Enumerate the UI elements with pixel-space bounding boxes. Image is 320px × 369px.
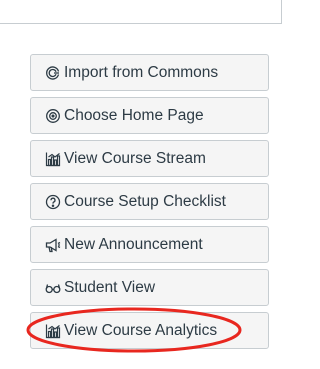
choose-home-page-label: Choose Home Page [64, 106, 204, 124]
view-course-analytics-button[interactable]: View Course Analytics [30, 312, 269, 349]
view-course-stream-button[interactable]: View Course Stream [30, 140, 269, 177]
new-announcement-label: New Announcement [64, 235, 203, 253]
analytics-icon [44, 322, 61, 339]
course-setup-checklist-button[interactable]: Course Setup Checklist [30, 183, 269, 220]
megaphone-icon [44, 236, 61, 253]
view-course-stream-label: View Course Stream [64, 149, 206, 167]
new-announcement-button[interactable]: New Announcement [30, 226, 269, 263]
question-icon [44, 193, 61, 210]
content-divider [0, 0, 282, 24]
import-from-commons-button[interactable]: Import from Commons [30, 54, 269, 91]
target-icon [44, 107, 61, 124]
student-view-button[interactable]: Student View [30, 269, 269, 306]
course-setup-checklist-label: Course Setup Checklist [64, 192, 226, 210]
course-home-sidebar: Import from Commons Choose Home Page Vie… [30, 54, 269, 355]
analytics-icon [44, 150, 61, 167]
choose-home-page-button[interactable]: Choose Home Page [30, 97, 269, 134]
student-view-label: Student View [64, 278, 156, 296]
commons-icon [44, 64, 61, 81]
glasses-icon [44, 279, 61, 296]
view-course-analytics-label: View Course Analytics [64, 321, 218, 339]
import-from-commons-label: Import from Commons [64, 63, 219, 81]
